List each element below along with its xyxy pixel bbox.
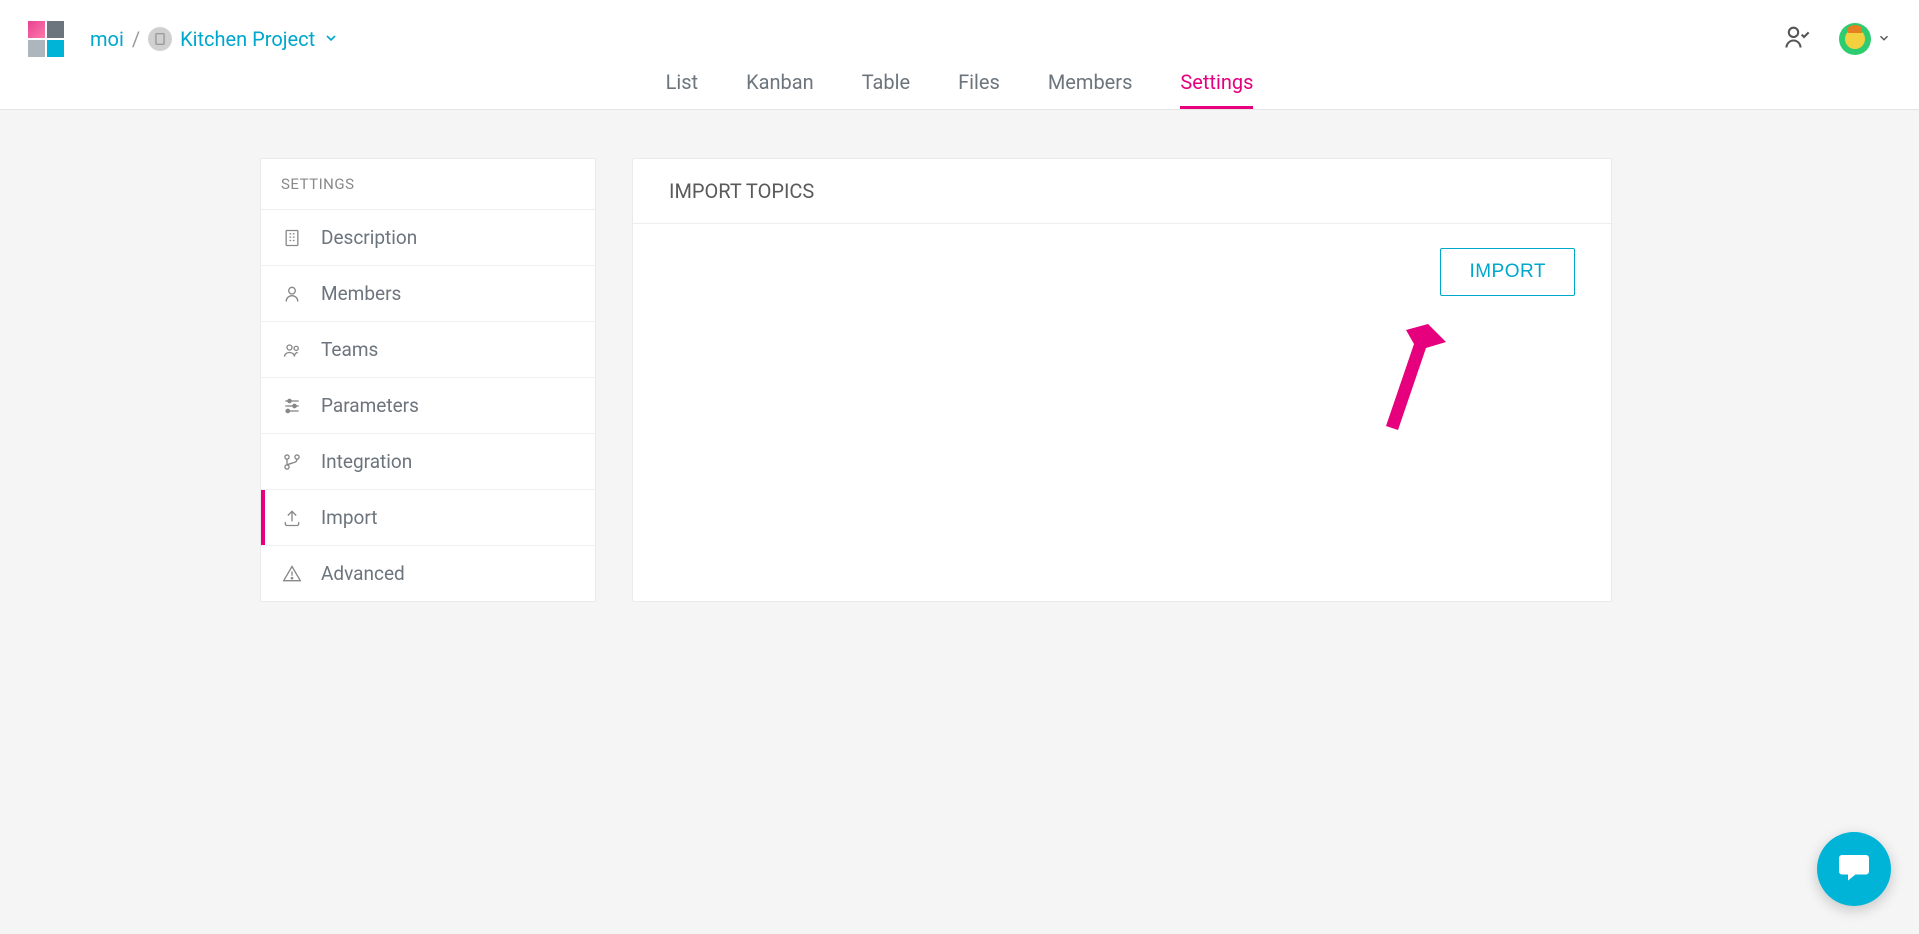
content: SETTINGS Description Members Teams Param… bbox=[0, 110, 1919, 602]
sidebar-item-import[interactable]: Import bbox=[261, 490, 595, 546]
sidebar-item-description[interactable]: Description bbox=[261, 210, 595, 266]
topbar-tabs-row: List Kanban Table Files Members Settings bbox=[0, 60, 1919, 109]
tab-list[interactable]: List bbox=[666, 70, 699, 109]
warning-icon bbox=[281, 563, 303, 585]
sliders-icon bbox=[281, 395, 303, 417]
left-group: moi / Kitchen Project bbox=[28, 21, 339, 57]
breadcrumb-separator: / bbox=[132, 27, 140, 51]
import-button[interactable]: IMPORT bbox=[1440, 248, 1575, 296]
sidebar-item-label: Parameters bbox=[321, 394, 419, 417]
main-body: IMPORT bbox=[633, 224, 1611, 324]
chat-icon bbox=[1836, 849, 1872, 889]
avatar bbox=[1839, 23, 1871, 55]
breadcrumb-org[interactable]: moi bbox=[90, 27, 124, 51]
sidebar-item-parameters[interactable]: Parameters bbox=[261, 378, 595, 434]
project-icon bbox=[148, 27, 172, 51]
topbar: moi / Kitchen Project bbox=[0, 0, 1919, 110]
sidebar-item-label: Description bbox=[321, 226, 417, 249]
topbar-upper: moi / Kitchen Project bbox=[0, 0, 1919, 60]
chat-widget[interactable] bbox=[1817, 832, 1891, 906]
app-logo[interactable] bbox=[28, 21, 64, 57]
main-panel: IMPORT TOPICS IMPORT bbox=[632, 158, 1612, 602]
sidebar-item-teams[interactable]: Teams bbox=[261, 322, 595, 378]
building-icon bbox=[281, 227, 303, 249]
sidebar-item-members[interactable]: Members bbox=[261, 266, 595, 322]
settings-sidebar: SETTINGS Description Members Teams Param… bbox=[260, 158, 596, 602]
sidebar-item-integration[interactable]: Integration bbox=[261, 434, 595, 490]
sidebar-item-label: Import bbox=[321, 506, 377, 529]
right-group bbox=[1783, 23, 1891, 55]
user-check-icon[interactable] bbox=[1783, 23, 1811, 55]
user-menu[interactable] bbox=[1839, 23, 1891, 55]
tabs: List Kanban Table Files Members Settings bbox=[666, 70, 1254, 109]
tab-files[interactable]: Files bbox=[958, 70, 1000, 109]
upload-icon bbox=[281, 507, 303, 529]
sidebar-item-label: Teams bbox=[321, 338, 378, 361]
sidebar-header: SETTINGS bbox=[261, 159, 595, 210]
branch-icon bbox=[281, 451, 303, 473]
tab-settings[interactable]: Settings bbox=[1180, 70, 1253, 109]
tab-table[interactable]: Table bbox=[862, 70, 910, 109]
chevron-down-icon[interactable] bbox=[323, 27, 339, 51]
chevron-down-icon bbox=[1877, 30, 1891, 49]
tab-kanban[interactable]: Kanban bbox=[746, 70, 814, 109]
breadcrumb-project[interactable]: Kitchen Project bbox=[180, 27, 315, 51]
breadcrumb: moi / Kitchen Project bbox=[90, 27, 339, 51]
users-icon bbox=[281, 339, 303, 361]
sidebar-item-label: Advanced bbox=[321, 562, 405, 585]
sidebar-item-advanced[interactable]: Advanced bbox=[261, 546, 595, 601]
user-icon bbox=[281, 283, 303, 305]
tab-members[interactable]: Members bbox=[1048, 70, 1133, 109]
sidebar-item-label: Members bbox=[321, 282, 401, 305]
sidebar-item-label: Integration bbox=[321, 450, 412, 473]
import-topics-header: IMPORT TOPICS bbox=[633, 159, 1611, 224]
